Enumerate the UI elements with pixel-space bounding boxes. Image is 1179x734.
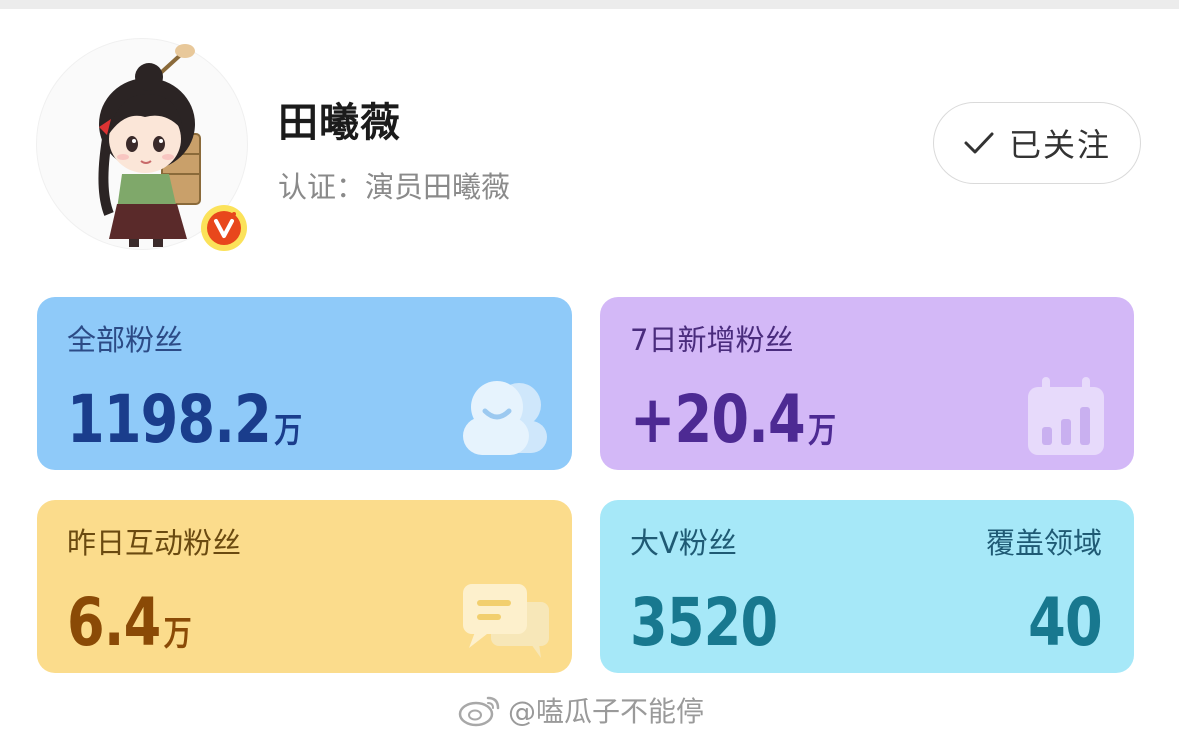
coverage-label: 覆盖领域 [985,526,1102,560]
active-fans-unit: 万 [163,614,192,654]
active-fans-value: 6.4万 [67,584,192,661]
verification-text: 认证：演员田曦薇 [278,170,511,204]
coverage-value: 40 [1028,584,1103,661]
watermark: @嗑瓜子不能停 [458,690,704,730]
top-divider [0,0,1179,9]
new-fans-7d-card[interactable]: 7日新增粉丝 +20.4万 [600,297,1134,470]
new-fans-7d-unit: 万 [808,411,836,451]
active-fans-label: 昨日互动粉丝 [67,526,242,560]
weibo-logo-icon [458,696,500,727]
follow-button-label: 已关注 [1008,126,1111,164]
follow-button[interactable]: 已关注 [933,102,1141,184]
profile-name: 田曦薇 [278,100,401,146]
total-fans-unit: 万 [274,411,302,451]
total-fans-card[interactable]: 全部粉丝 1198.2万 [37,297,572,470]
bigv-fans-card[interactable]: 大V粉丝 覆盖领域 3520 40 [600,500,1134,673]
verified-v-badge-icon [201,205,247,251]
calendar-chart-icon [1028,377,1104,455]
users-icon [463,381,547,455]
new-fans-7d-value: +20.4万 [630,381,836,458]
total-fans-value: 1198.2万 [67,381,302,458]
bigv-fans-label: 大V粉丝 [630,526,737,560]
bigv-fans-value: 3520 [630,584,778,661]
new-fans-7d-label: 7日新增粉丝 [630,323,794,357]
watermark-text: @嗑瓜子不能停 [508,695,705,728]
total-fans-label: 全部粉丝 [67,323,184,357]
checkmark-icon [964,132,994,154]
active-fans-card[interactable]: 昨日互动粉丝 6.4万 [37,500,572,673]
chat-bubbles-icon [463,584,549,658]
